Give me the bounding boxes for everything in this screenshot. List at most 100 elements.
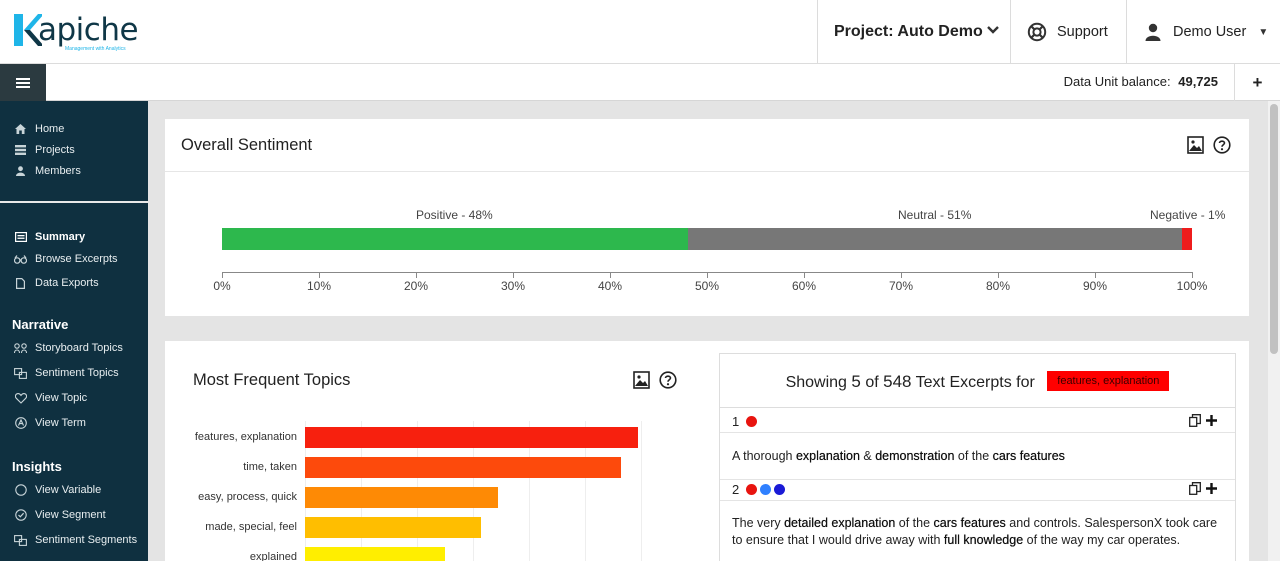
sidebar-item-sentiment-segments[interactable]: Sentiment Segments bbox=[14, 534, 137, 546]
sentiment-segment-positive[interactable] bbox=[222, 228, 688, 250]
image-export-icon[interactable] bbox=[1187, 136, 1204, 154]
topic-badge[interactable]: features, explanation bbox=[1047, 370, 1170, 391]
balance-label: Data Unit balance: bbox=[1063, 74, 1171, 89]
excerpts-showing-label: Showing bbox=[785, 374, 847, 391]
x-axis-tick bbox=[610, 272, 611, 278]
sidebar-item-members[interactable]: Members bbox=[14, 165, 81, 177]
positive-label: Positive - 48% bbox=[416, 208, 493, 222]
neutral-label: Neutral - 51% bbox=[898, 208, 972, 222]
sidebar-heading-insights: Insights bbox=[12, 459, 62, 474]
sidebar-item-data-exports[interactable]: Data Exports bbox=[14, 277, 99, 289]
excerpt-tools bbox=[1189, 414, 1217, 427]
excerpts-total-count: 548 bbox=[883, 372, 912, 391]
overall-sentiment-title: Overall Sentiment bbox=[181, 136, 313, 154]
excerpt-number: 2 bbox=[732, 482, 785, 497]
image-export-icon[interactable] bbox=[633, 371, 650, 389]
x-axis-tick bbox=[1095, 272, 1096, 278]
user-icon bbox=[14, 166, 27, 176]
home-icon bbox=[14, 124, 27, 134]
add-data-units-button[interactable]: + bbox=[1234, 64, 1280, 101]
sidebar-item-sentiment-topics[interactable]: Sentiment Topics bbox=[14, 367, 119, 379]
plus-icon: + bbox=[1252, 72, 1263, 92]
sidebar-item-storyboard-topics[interactable]: Storyboard Topics bbox=[14, 342, 123, 354]
sidebar-item-projects[interactable]: Projects bbox=[14, 144, 75, 156]
x-axis-tick-label: 10% bbox=[306, 279, 332, 293]
x-axis-tick-label: 60% bbox=[791, 279, 817, 293]
sidebar-item-label: Data Exports bbox=[35, 277, 99, 289]
add-icon[interactable] bbox=[1206, 415, 1217, 426]
sentiment-stacked-bar[interactable] bbox=[222, 228, 1192, 250]
hamburger-menu-button[interactable] bbox=[0, 64, 46, 101]
sidebar-item-label: Members bbox=[35, 165, 81, 177]
balance-value: 49,725 bbox=[1178, 74, 1218, 89]
add-icon[interactable] bbox=[1206, 483, 1217, 494]
sentiment-segment-negative[interactable] bbox=[1182, 228, 1192, 250]
x-axis-tick bbox=[901, 272, 902, 278]
help-icon[interactable] bbox=[1213, 136, 1231, 154]
sidebar-item-view-term[interactable]: View Term bbox=[14, 417, 86, 429]
sidebar-item-browse-excerpts[interactable]: Browse Excerpts bbox=[14, 253, 118, 265]
circle-icon bbox=[14, 484, 27, 496]
x-axis-tick bbox=[513, 272, 514, 278]
sentiment-icon bbox=[14, 367, 27, 379]
user-menu[interactable]: Demo User ▼ bbox=[1126, 0, 1280, 64]
storyboard-icon bbox=[14, 343, 27, 353]
data-unit-balance: Data Unit balance: 49,725 bbox=[1064, 74, 1218, 89]
sub-header: Data Unit balance: 49,725 + bbox=[0, 64, 1280, 101]
term-icon bbox=[14, 417, 27, 429]
sidebar-item-label: Home bbox=[35, 123, 65, 135]
topic-bar-label: features, explanation bbox=[194, 431, 297, 443]
excerpt-1-header: 1 bbox=[720, 409, 1235, 433]
x-axis-tick bbox=[1192, 272, 1193, 278]
topic-bar[interactable] bbox=[305, 547, 445, 561]
x-axis-tick-label: 20% bbox=[403, 279, 429, 293]
sidebar-item-label: Sentiment Topics bbox=[35, 367, 119, 379]
sidebar-item-label: View Segment bbox=[35, 509, 106, 521]
support-label: Support bbox=[1057, 24, 1108, 40]
user-icon bbox=[1145, 23, 1161, 41]
caret-down-icon: ▼ bbox=[1258, 26, 1269, 38]
page-scrollbar-thumb[interactable] bbox=[1270, 104, 1278, 354]
sidebar-item-label: Browse Excerpts bbox=[35, 253, 118, 265]
x-axis-tick-label: 0% bbox=[213, 279, 231, 293]
excerpt-1-body: A thorough explanation & demonstration o… bbox=[720, 434, 1235, 480]
x-axis-tick bbox=[804, 272, 805, 278]
file-icon bbox=[14, 277, 27, 289]
help-icon[interactable] bbox=[659, 371, 677, 389]
segment-icon bbox=[14, 509, 27, 521]
x-axis-tick-label: 90% bbox=[1082, 279, 1108, 293]
copy-icon[interactable] bbox=[1189, 414, 1201, 427]
sidebar-item-view-segment[interactable]: View Segment bbox=[14, 509, 106, 521]
sidebar-item-view-topic[interactable]: View Topic bbox=[14, 392, 87, 404]
copy-icon[interactable] bbox=[1189, 482, 1201, 495]
sentiment-segments-icon bbox=[14, 534, 27, 546]
excerpt-2-body: The very detailed explanation of the car… bbox=[720, 502, 1235, 561]
topic-bar[interactable] bbox=[305, 457, 622, 478]
logo-text: apiche bbox=[38, 12, 139, 48]
top-navbar: apiche Management with Analytics Project… bbox=[0, 0, 1280, 64]
overall-sentiment-card: Overall Sentiment Positive - 48% Neutral… bbox=[165, 119, 1249, 316]
excerpt-text: The very detailed explanation of the car… bbox=[732, 516, 1218, 547]
topic-bar[interactable] bbox=[305, 517, 482, 538]
excerpts-suffix-label: Text Excerpts for bbox=[915, 374, 1035, 391]
project-label: Project: Auto Demo bbox=[834, 23, 983, 40]
topic-bar[interactable] bbox=[305, 487, 499, 508]
chart-gridline bbox=[641, 421, 642, 561]
x-axis-tick-label: 70% bbox=[888, 279, 914, 293]
project-selector[interactable]: Project: Auto Demo bbox=[817, 0, 1010, 64]
kapiche-logo[interactable]: apiche Management with Analytics bbox=[12, 10, 152, 54]
x-axis-tick-label: 40% bbox=[597, 279, 623, 293]
sidebar-item-label: Projects bbox=[35, 144, 75, 156]
chevron-down-icon bbox=[987, 26, 999, 34]
sidebar-item-home[interactable]: Home bbox=[14, 123, 64, 135]
sidebar-item-summary[interactable]: Summary bbox=[14, 231, 85, 243]
sidebar-item-label: Storyboard Topics bbox=[35, 342, 123, 354]
x-axis-tick-label: 100% bbox=[1176, 279, 1208, 293]
sentiment-segment-neutral[interactable] bbox=[687, 228, 1183, 250]
sidebar-item-label: View Term bbox=[35, 417, 86, 429]
topic-bar[interactable] bbox=[305, 427, 638, 448]
sidebar-item-view-variable[interactable]: View Variable bbox=[14, 484, 101, 496]
sentiment-dot bbox=[759, 484, 771, 495]
excerpts-of-label: of bbox=[865, 374, 879, 391]
support-button[interactable]: Support bbox=[1010, 0, 1126, 64]
